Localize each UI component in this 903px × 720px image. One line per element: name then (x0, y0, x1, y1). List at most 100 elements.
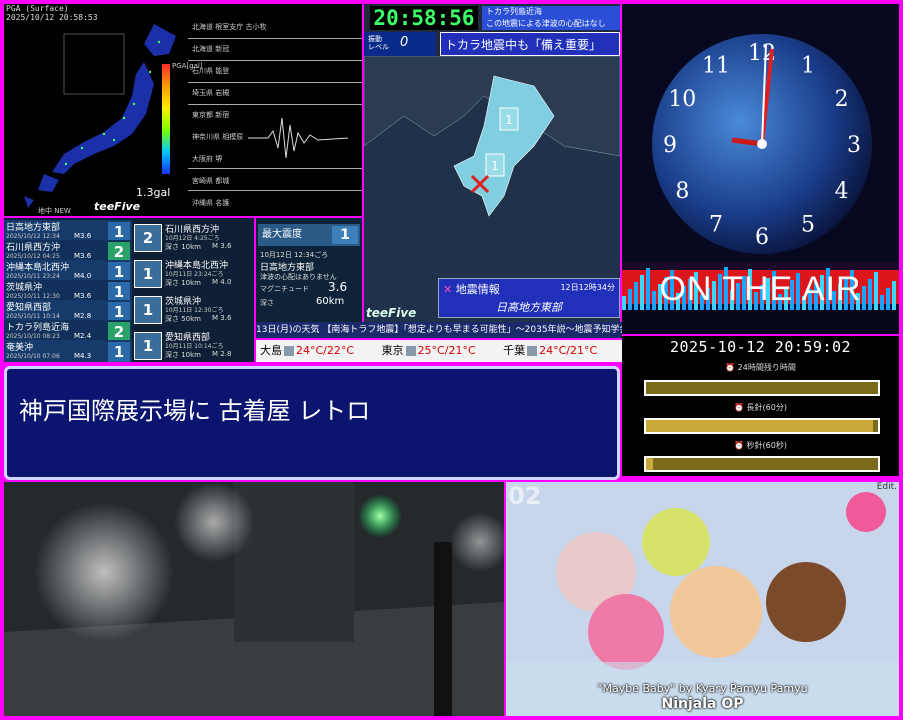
teefive-logo: teeFive (94, 200, 141, 213)
quake-info-region: 日高地方東部 (496, 301, 562, 314)
quake-magnitude: M4.3 (74, 352, 92, 360)
max-depth-value: 60km (316, 296, 345, 307)
clock-numeral: 3 (847, 133, 861, 158)
recent-time: 10月12日 4:25ごろ (165, 235, 220, 242)
quake-intensity: 2 (108, 242, 130, 262)
recent-intensity: 2 (134, 224, 162, 252)
station-label: 石川県 能登 (192, 67, 230, 75)
recent-quake-row: 1 茨城県沖 10月11日 12:30ごろ 深さ 50km M 3.6 (132, 292, 254, 326)
recent-intensity: 1 (134, 260, 162, 288)
quake-region: 愛知県西部 (6, 303, 52, 313)
clock-numeral: 8 (675, 179, 689, 204)
quake-magnitude: M3.6 (74, 232, 92, 240)
quake-info-box: ✕ 地震情報 12日12時34分 日高地方東部 (438, 278, 620, 318)
teefive-logo: teeFive (366, 306, 417, 320)
quake-info-time: 12日12時34分 (560, 283, 615, 292)
intensity-marker: 1 (499, 107, 519, 131)
quake-magnitude: M4.0 (74, 272, 92, 280)
clock-numeral: 11 (702, 53, 730, 78)
cloud-icon (284, 346, 294, 356)
clock-numeral: 2 (835, 87, 849, 112)
seismic-monitor-panel: PGA (Surface) 2025/10/12 20:58:53 PGA[ga… (4, 4, 362, 216)
station-label: 宮崎県 都城 (192, 177, 230, 185)
quake-region: トカラ列島近海 (6, 323, 70, 333)
timer-label: ⏰ 24時間残り時間 (725, 363, 796, 372)
map-legend-note: 地中 NEW (38, 207, 71, 215)
station-label: 埼玉県 岩槻 (192, 89, 230, 97)
recent-intensity: 1 (134, 332, 162, 360)
clock-numeral: 4 (835, 179, 849, 204)
recent-quake-row: 2 石川県西方沖 10月12日 4:25ごろ 深さ 10km M 3.6 (132, 220, 254, 254)
max-tsunami: 津波の心配はありません (260, 273, 337, 281)
weather-temp: 24°C/21°C (539, 344, 598, 357)
quake-magnitude: M2.8 (74, 312, 92, 320)
quake-time: 2025/10/11 12:30 (6, 293, 60, 300)
weather-temp: 24°C/22°C (296, 344, 355, 357)
recent-time: 10月11日 12:30ごろ (165, 307, 224, 314)
clock-numeral: 9 (663, 133, 677, 158)
recent-intensity: 1 (134, 296, 162, 324)
station-label: 大阪府 堺 (192, 155, 223, 163)
quake-intensity: 1 (108, 222, 130, 242)
recent-quake-row: 1 愛知県西部 10月11日 10:14ごろ 深さ 10km M 2.8 (132, 328, 254, 362)
max-intensity-value: 1 (332, 226, 358, 244)
recent-magnitude: M 2.8 (212, 350, 232, 358)
recent-magnitude: M 4.0 (212, 278, 232, 286)
waveform-stations: 北海道 根室支庁 古小牧 北海道 新冠 石川県 能登 埼玉県 岩槻 東京都 新宿… (188, 18, 362, 214)
level-value: 0 (400, 35, 409, 50)
weather-city: 東京 (381, 344, 404, 357)
recent-depth: 深さ 50km (165, 315, 202, 323)
anime-edit-credit: Edit. (876, 482, 897, 492)
max-magnitude-value: 3.6 (328, 280, 348, 294)
anime-video-panel: 02 Edit. "Maybe Baby" by Kyary Pamyu Pam… (506, 482, 899, 716)
alert-banner: トカラ地震中も「備え重要」 (440, 32, 620, 56)
timer-label: ⏰ 秒針(60秒) (734, 441, 787, 450)
timer-bar-minute (644, 418, 880, 434)
clock-numeral: 1 (801, 53, 815, 78)
anime-song-credit: "Maybe Baby" by Kyary Pamyu Pamyu (597, 682, 808, 695)
anime-title: Ninjala OP (661, 696, 744, 712)
recent-magnitude: M 3.6 (212, 242, 232, 250)
quake-time: 2025/10/11 10:14 (6, 313, 60, 320)
quake-info-title: ✕ 地震情報 (443, 283, 500, 296)
quake-region: 日高地方東部 (6, 223, 61, 233)
tsunami-note: トカラ列島近海 この地震による津波の心配はなし (482, 6, 620, 30)
station-label: 沖縄県 名護 (192, 199, 230, 207)
quake-intensity: 1 (108, 262, 130, 282)
recent-depth: 深さ 10km (165, 243, 202, 251)
station-label: 北海道 根室支庁 古小牧 (192, 23, 267, 31)
ticker-text: 13日(月)の天気 【南海トラフ地震】「想定よりも早まる可能性」～2035年説～… (256, 325, 622, 335)
weather-bar: 大島 24°C/22°C 東京 25°C/21°C 千葉 24°C/21°C (256, 340, 622, 362)
quake-history-list: 日高地方東部 2025/10/12 12:34 M3.6 1 石川県西方沖 202… (4, 218, 132, 362)
recent-time: 10月11日 23:24ごろ (165, 271, 224, 278)
clock-numeral: 10 (668, 87, 696, 112)
timer-label: ⏰ 長針(60分) (734, 403, 787, 412)
tsunami-note-text: この地震による津波の心配はなし (486, 19, 606, 28)
max-depth-label: 深さ (260, 299, 274, 307)
shake-level-box: 振動 レベル 0 (364, 32, 436, 56)
now-playing-box: 神戸国際展示場に 古着屋 レトロ (4, 366, 620, 480)
max-intensity-panel: 最大震度 1 10月12日 12:34ごろ 日高地方東部 津波の心配はありません… (256, 218, 362, 322)
analog-clock: 12 1234567891011 (622, 4, 899, 262)
now-playing-text: 神戸国際展示場に 古着屋 レトロ (19, 397, 371, 425)
quake-region: 石川県西方沖 (6, 243, 61, 253)
timer-bar-24h (644, 380, 880, 396)
quake-region: 茨城県沖 (6, 283, 43, 293)
recent-time: 10月11日 10:14ごろ (165, 343, 224, 350)
analog-clock-panel: 12 1 2 3 4 5 6 7 8 9 10 11 ON THE AIR (622, 4, 899, 334)
on-air-text: ON THE AIR (659, 270, 862, 308)
quake-intensity: 2 (108, 322, 130, 342)
quake-time: 2025/10/12 12:34 (6, 233, 60, 240)
clock-numeral: 5 (801, 213, 815, 238)
quake-intensity: 1 (108, 302, 130, 322)
max-magnitude-label: マグニチュード (260, 285, 309, 293)
quake-time: 2025/10/10 07:06 (6, 353, 60, 360)
recent-quake-row: 1 沖縄本島北西沖 10月11日 23:24ごろ 深さ 10km M 4.0 (132, 256, 254, 290)
level-label-2: レベル (368, 43, 389, 51)
clock-numeral: 7 (709, 213, 723, 238)
quake-time: 2025/10/12 04:25 (6, 253, 60, 260)
pga-current-value: 1.3gal (136, 186, 171, 199)
tsunami-note-region: トカラ列島近海 (486, 7, 542, 16)
timer-bar-second (644, 456, 880, 472)
quake-magnitude: M3.6 (74, 292, 92, 300)
